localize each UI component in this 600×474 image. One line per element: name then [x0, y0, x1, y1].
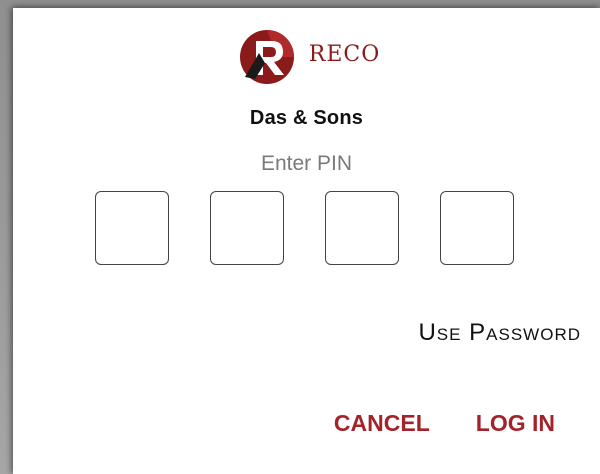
pin-login-dialog: RECO Das & Sons Enter PIN Use Password C… [13, 8, 600, 474]
pin-label: Enter PIN [260, 152, 353, 175]
reco-logo-icon [239, 30, 294, 84]
login-button[interactable]: LOG IN [476, 410, 555, 437]
dialog-actions: CANCEL LOG IN [334, 410, 555, 437]
pin-digit-2[interactable] [210, 191, 284, 265]
cancel-button[interactable]: CANCEL [334, 410, 430, 437]
pin-digit-1[interactable] [95, 191, 169, 265]
company-name: Das & Sons [249, 107, 364, 129]
brand-name: RECO [308, 41, 381, 67]
pin-digit-3[interactable] [325, 191, 399, 265]
brand-header: RECO [13, 29, 600, 85]
pin-input-row [95, 191, 515, 267]
pin-digit-4[interactable] [440, 191, 514, 265]
use-password-link[interactable]: Use Password [418, 319, 581, 347]
